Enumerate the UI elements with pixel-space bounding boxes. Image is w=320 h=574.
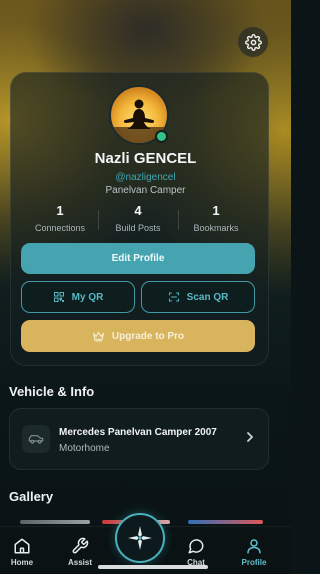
stat-build-posts[interactable]: 4 Build Posts [98,203,178,233]
wrench-icon [72,537,89,554]
nav-label: Home [10,558,34,567]
profile-handle[interactable]: @nazligencel [0,172,291,183]
nav-label: Profile [241,558,267,567]
crown-icon [92,331,104,342]
nav-assist[interactable]: Assist [55,537,105,567]
my-qr-button[interactable]: My QR [21,281,135,313]
nav-profile[interactable]: Profile [229,537,279,567]
settings-button[interactable] [238,27,268,57]
gallery-thumbnail[interactable] [188,520,263,524]
upgrade-label: Upgrade to Pro [111,330,185,342]
upgrade-to-pro-button[interactable]: Upgrade to Pro [21,320,255,352]
stat-value: 4 [134,203,142,218]
chevron-right-icon [247,432,254,442]
stat-label: Build Posts [115,223,161,233]
scan-qr-button[interactable]: Scan QR [141,281,255,313]
profile-role: Panelvan Camper [105,185,186,196]
scan-qr-label: Scan QR [186,291,229,303]
stat-connections[interactable]: 1 Connections [20,203,100,233]
stat-bookmarks[interactable]: 1 Bookmarks [176,203,256,233]
car-icon-box [22,425,50,453]
chat-icon [188,539,204,554]
stat-label: Bookmarks [193,223,239,233]
home-indicator [98,565,208,569]
gallery-section-title: Gallery [9,489,54,504]
compass-fab-button[interactable] [115,513,165,563]
vehicle-section-title: Vehicle & Info [9,384,95,399]
stat-label: Connections [34,223,86,233]
gallery-thumbnail[interactable] [20,520,90,524]
home-icon [14,538,30,554]
nav-home[interactable]: Home [0,537,47,567]
car-icon [28,435,44,444]
profile-name: Nazli GENCEL [94,150,197,167]
edit-profile-button[interactable]: Edit Profile [21,243,255,274]
profile-icon [247,539,261,554]
edit-profile-label: Edit Profile [111,253,165,264]
gear-icon [244,33,262,51]
online-status-dot [155,130,168,143]
stat-value: 1 [212,203,220,218]
vehicle-type: Motorhome [59,443,110,454]
nav-chat[interactable]: Chat [171,537,221,567]
scan-icon [168,292,179,302]
compass-icon [128,526,152,550]
qr-code-icon [53,292,64,302]
my-qr-label: My QR [71,291,104,303]
vehicle-name: Mercedes Panelvan Camper 2007 [59,427,217,438]
stat-value: 1 [56,203,64,218]
vehicle-card[interactable]: Mercedes Panelvan Camper 2007 Motorhome [9,408,269,470]
